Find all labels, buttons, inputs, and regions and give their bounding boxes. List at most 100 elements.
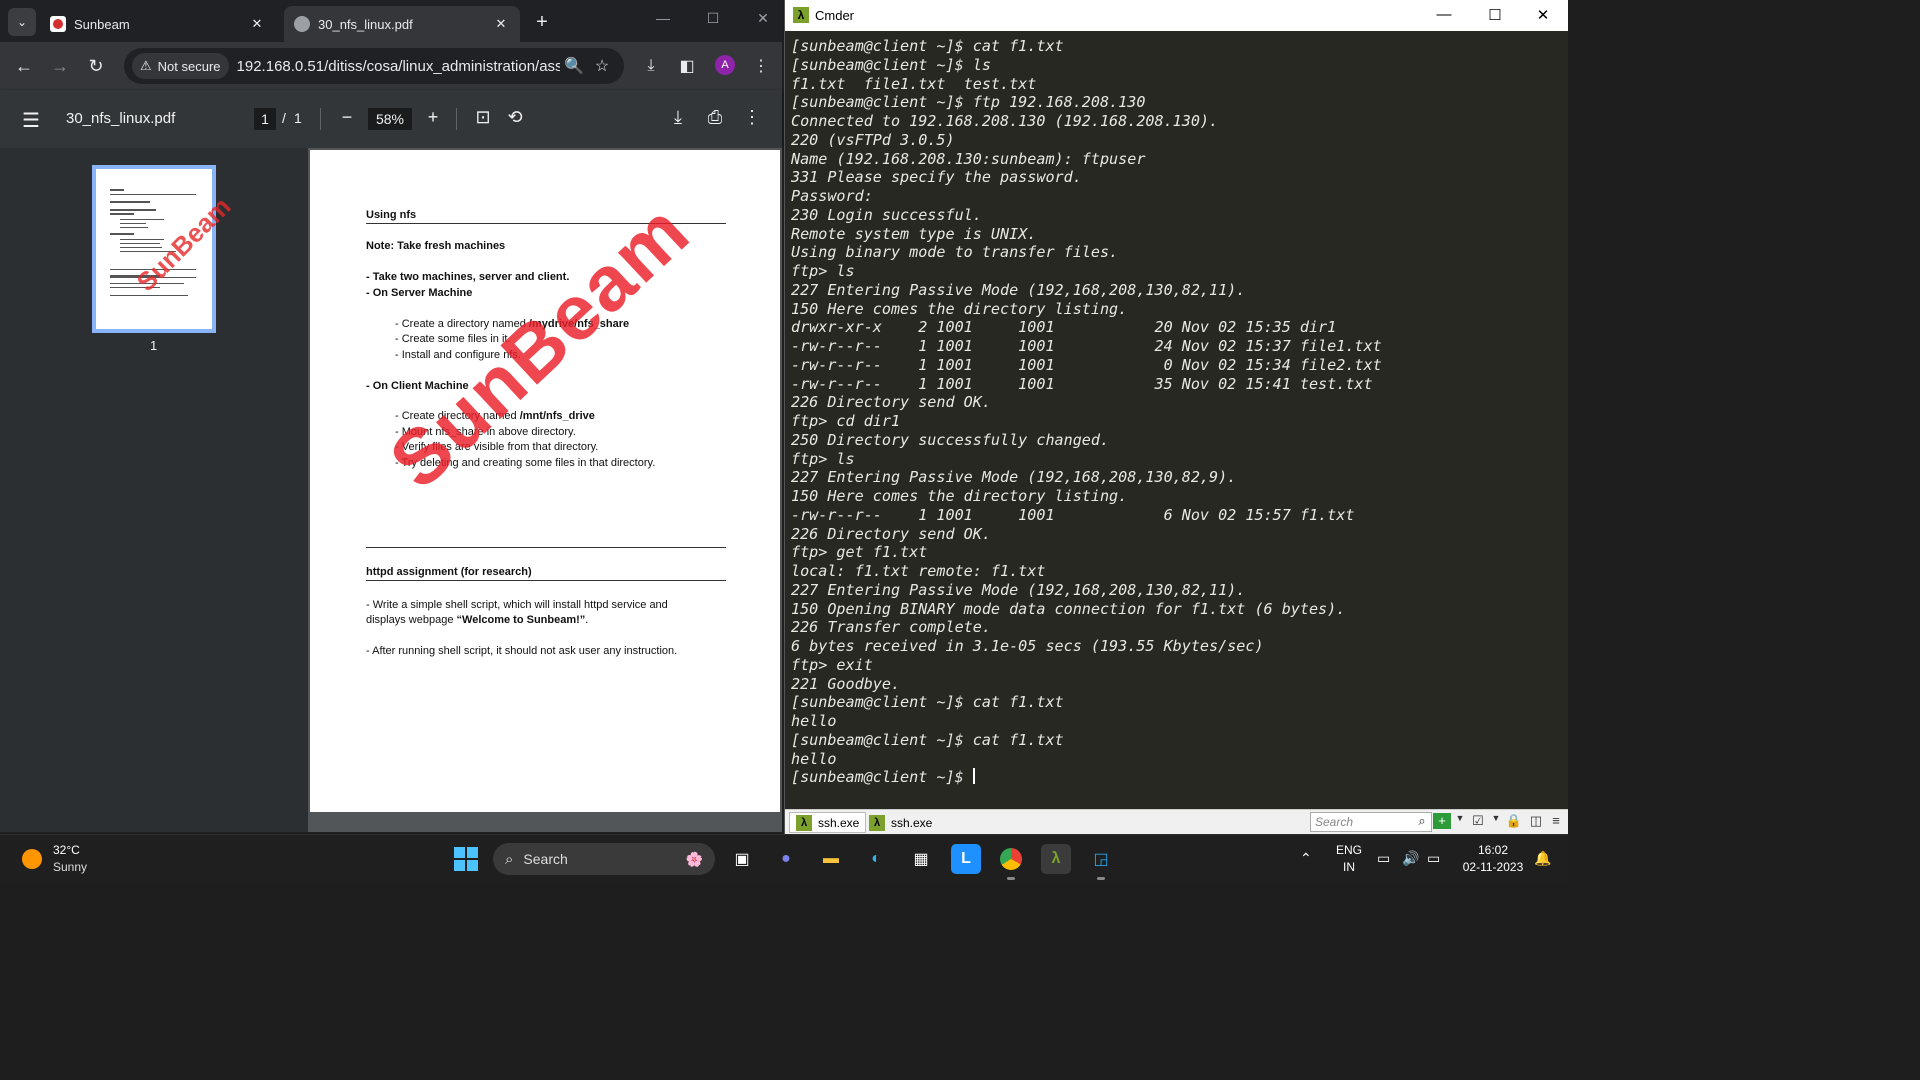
network-icon[interactable]: ▭ (1377, 850, 1390, 867)
text-cursor (972, 768, 975, 785)
zoom-in-icon[interactable]: + (421, 107, 445, 128)
bookmark-star-icon[interactable]: ☆ (588, 56, 616, 76)
tab-search-button[interactable]: ⌄ (8, 8, 36, 36)
weather-temperature[interactable]: 32°C (53, 843, 80, 857)
close-window-button[interactable]: ✕ (751, 10, 775, 27)
pdf-download-icon[interactable]: ⤓ (666, 107, 690, 128)
sun-icon[interactable] (22, 849, 42, 869)
cmder-taskbar-icon[interactable]: λ (1041, 844, 1071, 874)
battery-icon[interactable]: ▭ (1427, 850, 1440, 867)
cmder-title-bar[interactable]: λ Cmder — ☐ ✕ (785, 0, 1568, 31)
cmder-status-bar: λ ssh.exe λ ssh.exe Search ⌕ + ▼ ☑ ▼ 🔒 ◫… (785, 809, 1568, 834)
close-icon[interactable]: ✕ (248, 15, 266, 33)
clock-date[interactable]: 02-11-2023 (1456, 860, 1530, 874)
browser-menu-icon[interactable]: ⋮ (749, 54, 773, 78)
remote-app-icon[interactable]: ◲ (1086, 844, 1116, 880)
terminal-line: ftp> ls (791, 262, 855, 280)
lock-icon[interactable]: 🔒 (1505, 813, 1523, 829)
thumb-line (110, 189, 124, 191)
file-explorer-icon[interactable]: ▬ (816, 844, 846, 874)
search-icon[interactable]: ⌕ (1413, 813, 1431, 829)
profile-avatar[interactable]: A (715, 55, 735, 75)
maximize-button[interactable]: ☐ (701, 10, 725, 27)
terminal-output[interactable]: [sunbeam@client ~]$ cat f1.txt [sunbeam@c… (791, 37, 1561, 807)
taskbar-search[interactable]: ⌕ Search 🌸 (493, 843, 715, 875)
terminal-line: -rw-r--r-- 1 1001 1001 6 Nov 02 15:57 f1… (791, 505, 1355, 524)
url-text[interactable]: 192.168.0.51/ditiss/cosa/linux_administr… (237, 58, 560, 75)
globe-icon (294, 16, 310, 32)
l-app-icon[interactable]: L (951, 844, 981, 874)
address-bar[interactable]: ⚠ Not secure 192.168.0.51/ditiss/cosa/li… (124, 48, 624, 84)
clock-time[interactable]: 16:02 (1456, 843, 1530, 857)
thumb-line (120, 223, 146, 224)
thumb-line (110, 213, 134, 215)
meet-icon[interactable]: ● (771, 844, 801, 874)
edge-icon[interactable]: ◐ (861, 844, 891, 874)
close-window-button[interactable]: ✕ (1528, 6, 1558, 24)
forward-button[interactable]: → (48, 54, 72, 78)
thumbnail-page-label: 1 (150, 338, 158, 353)
reload-button[interactable]: ↻ (84, 54, 108, 78)
downloads-icon[interactable]: ⤓ (639, 54, 663, 78)
terminal-line: 250 Directory successfully changed. (791, 430, 1110, 449)
chevron-down-icon: ⌄ (16, 15, 28, 29)
rotate-icon[interactable]: ⟲ (503, 107, 527, 128)
tab-sunbeam[interactable]: Sunbeam ✕ (40, 6, 276, 42)
pdf-more-icon[interactable]: ⋮ (740, 107, 764, 128)
terminal-line: ftp> get f1.txt (791, 543, 928, 562)
chrome-icon[interactable] (996, 844, 1026, 880)
language-region[interactable]: IN (1334, 860, 1364, 874)
weather-description[interactable]: Sunny (53, 860, 87, 874)
cmder-logo-icon: λ (869, 814, 885, 831)
maximize-button[interactable]: ☐ (1480, 6, 1510, 24)
terminal-line: 331 Please specify the password. (791, 168, 1082, 187)
minimize-button[interactable]: — (1429, 6, 1459, 23)
terminal-line: 150 Opening BINARY mode data connection … (791, 599, 1346, 618)
start-button[interactable] (454, 847, 478, 871)
console-tab-label: ssh.exe (891, 815, 933, 830)
terminal-prompt-line[interactable]: [sunbeam@client ~]$ (791, 768, 1561, 787)
zoom-out-icon[interactable]: − (335, 107, 359, 128)
zoom-level-input[interactable]: 58% (368, 108, 412, 130)
search-label: Search (523, 851, 568, 867)
print-icon[interactable]: ⎙ (703, 107, 727, 128)
store-icon[interactable]: ▦ (906, 844, 936, 874)
chevron-down-icon[interactable]: ▼ (1451, 813, 1469, 823)
notification-bell-icon[interactable]: 🔔 (1534, 850, 1551, 867)
zoom-icon[interactable]: 🔍 (560, 56, 588, 76)
chevron-down-icon[interactable]: ▼ (1487, 813, 1505, 823)
page-thumbnail[interactable]: SunBeam (92, 165, 237, 333)
start-tile (467, 860, 478, 871)
split-view-icon[interactable]: ◫ (1527, 813, 1545, 829)
back-button[interactable]: ← (12, 54, 36, 78)
thumb-line (110, 194, 196, 195)
thumb-line (110, 201, 150, 203)
page-number-input[interactable]: 1 (254, 108, 276, 130)
terminal-line: 221 Goodbye. (791, 674, 901, 693)
volume-icon[interactable]: 🔊 (1402, 850, 1419, 867)
page-separator: / (282, 110, 286, 126)
fit-page-icon[interactable]: ⊡ (471, 107, 495, 128)
settings-icon[interactable]: ☑ (1469, 813, 1487, 829)
minimize-button[interactable]: — (651, 10, 675, 26)
close-icon[interactable]: ✕ (492, 15, 510, 33)
chevron-up-icon[interactable]: ⌃ (1300, 850, 1312, 867)
task-view-icon[interactable]: ▣ (727, 844, 757, 874)
language-code[interactable]: ENG (1334, 843, 1364, 857)
new-console-icon[interactable]: + (1433, 813, 1451, 829)
cmder-logo-icon: λ (793, 7, 809, 23)
security-chip[interactable]: ⚠ Not secure (132, 53, 229, 79)
side-panel-icon[interactable]: ◧ (675, 54, 699, 78)
divider (320, 108, 321, 130)
new-tab-button[interactable]: + (530, 10, 554, 34)
console-tab[interactable]: λ ssh.exe (789, 812, 867, 833)
console-tab[interactable]: λ ssh.exe (869, 812, 932, 833)
note-line: Note: Take fresh machines (366, 240, 506, 252)
sunbeam-favicon-icon (50, 16, 66, 32)
tab-pdf[interactable]: 30_nfs_linux.pdf ✕ (284, 6, 520, 42)
taskbar: 32°C Sunny ⌕ Search 🌸 ▣ ● ▬ ◐ ▦ L λ ◲ ⌃ … (0, 834, 1568, 882)
tab-strip: ⌄ Sunbeam ✕ 30_nfs_linux.pdf ✕ + — ☐ ✕ (0, 0, 782, 42)
menu-lines-icon[interactable]: ≡ (1547, 813, 1565, 828)
hamburger-menu-icon[interactable]: ☰ (22, 108, 40, 133)
tab-title: 30_nfs_linux.pdf (318, 16, 413, 32)
